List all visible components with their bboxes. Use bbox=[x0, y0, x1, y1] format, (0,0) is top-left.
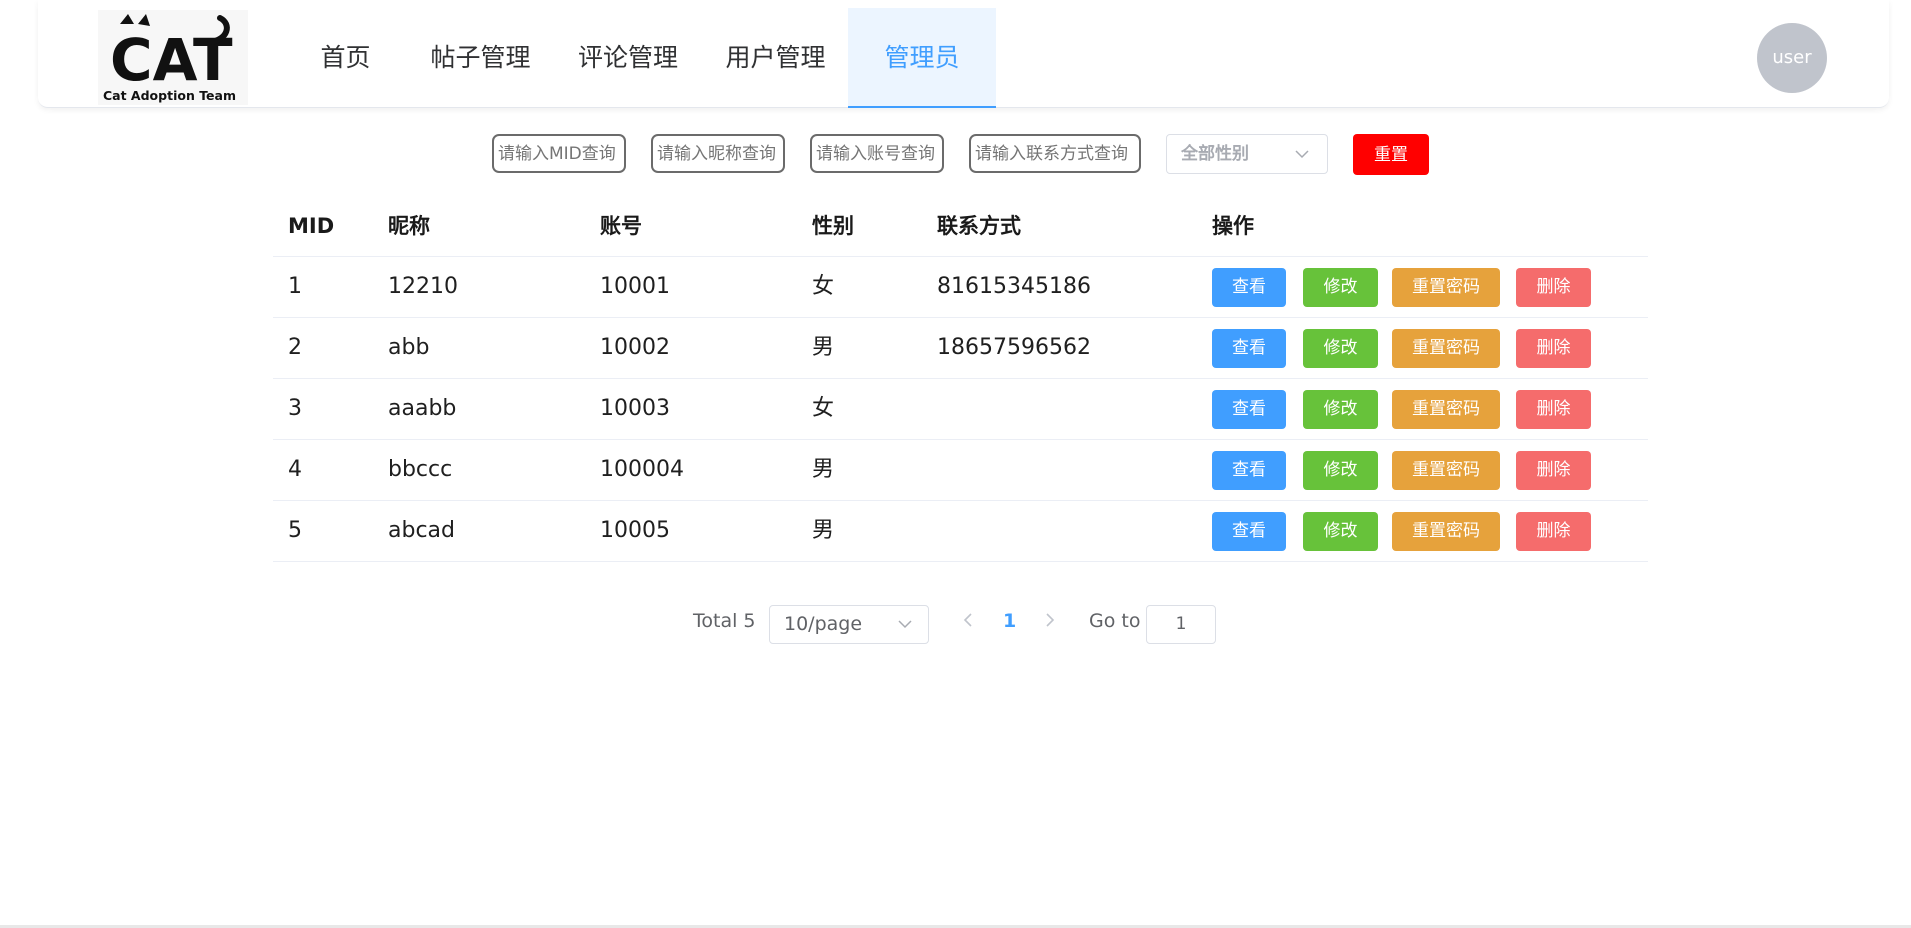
reset-password-button[interactable]: 重置密码 bbox=[1392, 390, 1500, 429]
logo-subtitle: Cat Adoption Team bbox=[103, 88, 236, 103]
cell-nickname: bbccc bbox=[388, 457, 453, 482]
chevron-down-icon bbox=[898, 620, 912, 629]
view-button[interactable]: 查看 bbox=[1212, 390, 1286, 429]
nickname-search-input[interactable] bbox=[651, 134, 785, 173]
goto-page-input[interactable]: 1 bbox=[1146, 605, 1216, 644]
table-row: 4 bbccc 100004 男 查看 修改 重置密码 删除 bbox=[273, 440, 1648, 501]
page: CAT Cat Adoption Team 首页 帖子管理 评论管理 用户管理 … bbox=[0, 0, 1911, 928]
table-row: 5 abcad 10005 男 查看 修改 重置密码 删除 bbox=[273, 501, 1648, 562]
gender-select[interactable]: 全部性别 bbox=[1166, 134, 1328, 174]
chevron-left-icon[interactable] bbox=[962, 612, 974, 628]
column-header-contact: 联系方式 bbox=[937, 214, 1021, 238]
edit-button[interactable]: 修改 bbox=[1303, 268, 1378, 307]
main-nav: 首页 帖子管理 评论管理 用户管理 管理员 bbox=[283, 8, 996, 108]
nav-item-home[interactable]: 首页 bbox=[283, 8, 408, 108]
reset-button[interactable]: 重置 bbox=[1353, 134, 1429, 175]
cell-mid: 3 bbox=[288, 396, 302, 421]
reset-password-button[interactable]: 重置密码 bbox=[1392, 329, 1500, 368]
cell-account: 100004 bbox=[600, 457, 684, 482]
cell-account: 10003 bbox=[600, 396, 670, 421]
logo[interactable]: CAT Cat Adoption Team bbox=[98, 10, 248, 105]
view-button[interactable]: 查看 bbox=[1212, 512, 1286, 551]
cell-mid: 5 bbox=[288, 518, 302, 543]
reset-password-button[interactable]: 重置密码 bbox=[1392, 451, 1500, 490]
cell-contact: 81615345186 bbox=[937, 274, 1091, 299]
cell-nickname: abb bbox=[388, 335, 430, 360]
cell-gender: 女 bbox=[812, 396, 835, 421]
admin-table: MID 昵称 账号 性别 联系方式 操作 1 12210 10001 女 816… bbox=[273, 196, 1648, 562]
nav-item-users[interactable]: 用户管理 bbox=[703, 8, 848, 108]
page-size-value: 10/page bbox=[784, 613, 863, 635]
column-header-actions: 操作 bbox=[1212, 214, 1254, 238]
edit-button[interactable]: 修改 bbox=[1303, 390, 1378, 429]
account-search-input[interactable] bbox=[810, 134, 944, 173]
table-row: 2 abb 10002 男 18657596562 查看 修改 重置密码 删除 bbox=[273, 318, 1648, 379]
view-button[interactable]: 查看 bbox=[1212, 451, 1286, 490]
chevron-right-icon[interactable] bbox=[1044, 612, 1056, 628]
cell-nickname: aaabb bbox=[388, 396, 457, 421]
view-button[interactable]: 查看 bbox=[1212, 329, 1286, 368]
column-header-gender: 性别 bbox=[812, 214, 854, 238]
cell-nickname: abcad bbox=[388, 518, 455, 543]
cell-gender: 男 bbox=[812, 335, 835, 360]
delete-button[interactable]: 删除 bbox=[1516, 390, 1591, 429]
cell-gender: 男 bbox=[812, 518, 835, 543]
column-header-nickname: 昵称 bbox=[388, 214, 430, 238]
cell-mid: 1 bbox=[288, 274, 302, 299]
cat-logo-icon: CAT bbox=[110, 14, 233, 92]
mid-search-input[interactable] bbox=[492, 134, 626, 173]
cell-gender: 男 bbox=[812, 457, 835, 482]
page-number-current[interactable]: 1 bbox=[1003, 610, 1016, 632]
column-header-account: 账号 bbox=[600, 214, 642, 238]
cell-account: 10005 bbox=[600, 518, 670, 543]
edit-button[interactable]: 修改 bbox=[1303, 512, 1378, 551]
nav-item-posts[interactable]: 帖子管理 bbox=[408, 8, 553, 108]
edit-button[interactable]: 修改 bbox=[1303, 451, 1378, 490]
cell-account: 10001 bbox=[600, 274, 670, 299]
table-row: 3 aaabb 10003 女 查看 修改 重置密码 删除 bbox=[273, 379, 1648, 440]
table-row: 1 12210 10001 女 81615345186 查看 修改 重置密码 删… bbox=[273, 257, 1648, 318]
pagination-total: Total 5 bbox=[693, 610, 756, 632]
delete-button[interactable]: 删除 bbox=[1516, 329, 1591, 368]
cell-contact: 18657596562 bbox=[937, 335, 1091, 360]
page-size-select[interactable]: 10/page bbox=[769, 605, 929, 644]
cell-nickname: 12210 bbox=[388, 274, 458, 299]
table-header: MID 昵称 账号 性别 联系方式 操作 bbox=[273, 196, 1648, 257]
reset-password-button[interactable]: 重置密码 bbox=[1392, 268, 1500, 307]
cell-account: 10002 bbox=[600, 335, 670, 360]
nav-item-admins[interactable]: 管理员 bbox=[848, 8, 996, 108]
reset-password-button[interactable]: 重置密码 bbox=[1392, 512, 1500, 551]
top-navbar: CAT Cat Adoption Team 首页 帖子管理 评论管理 用户管理 … bbox=[38, 0, 1889, 108]
cell-mid: 4 bbox=[288, 457, 302, 482]
column-header-mid: MID bbox=[288, 214, 335, 238]
delete-button[interactable]: 删除 bbox=[1516, 268, 1591, 307]
edit-button[interactable]: 修改 bbox=[1303, 329, 1378, 368]
chevron-down-icon bbox=[1295, 150, 1309, 159]
delete-button[interactable]: 删除 bbox=[1516, 512, 1591, 551]
delete-button[interactable]: 删除 bbox=[1516, 451, 1591, 490]
contact-search-input[interactable] bbox=[969, 134, 1141, 173]
cell-gender: 女 bbox=[812, 274, 835, 299]
view-button[interactable]: 查看 bbox=[1212, 268, 1286, 307]
avatar[interactable]: user bbox=[1757, 23, 1827, 93]
nav-item-comments[interactable]: 评论管理 bbox=[553, 8, 703, 108]
svg-text:CAT: CAT bbox=[110, 26, 233, 92]
cell-mid: 2 bbox=[288, 335, 302, 360]
goto-label: Go to bbox=[1089, 610, 1141, 632]
gender-select-value: 全部性别 bbox=[1181, 144, 1249, 164]
